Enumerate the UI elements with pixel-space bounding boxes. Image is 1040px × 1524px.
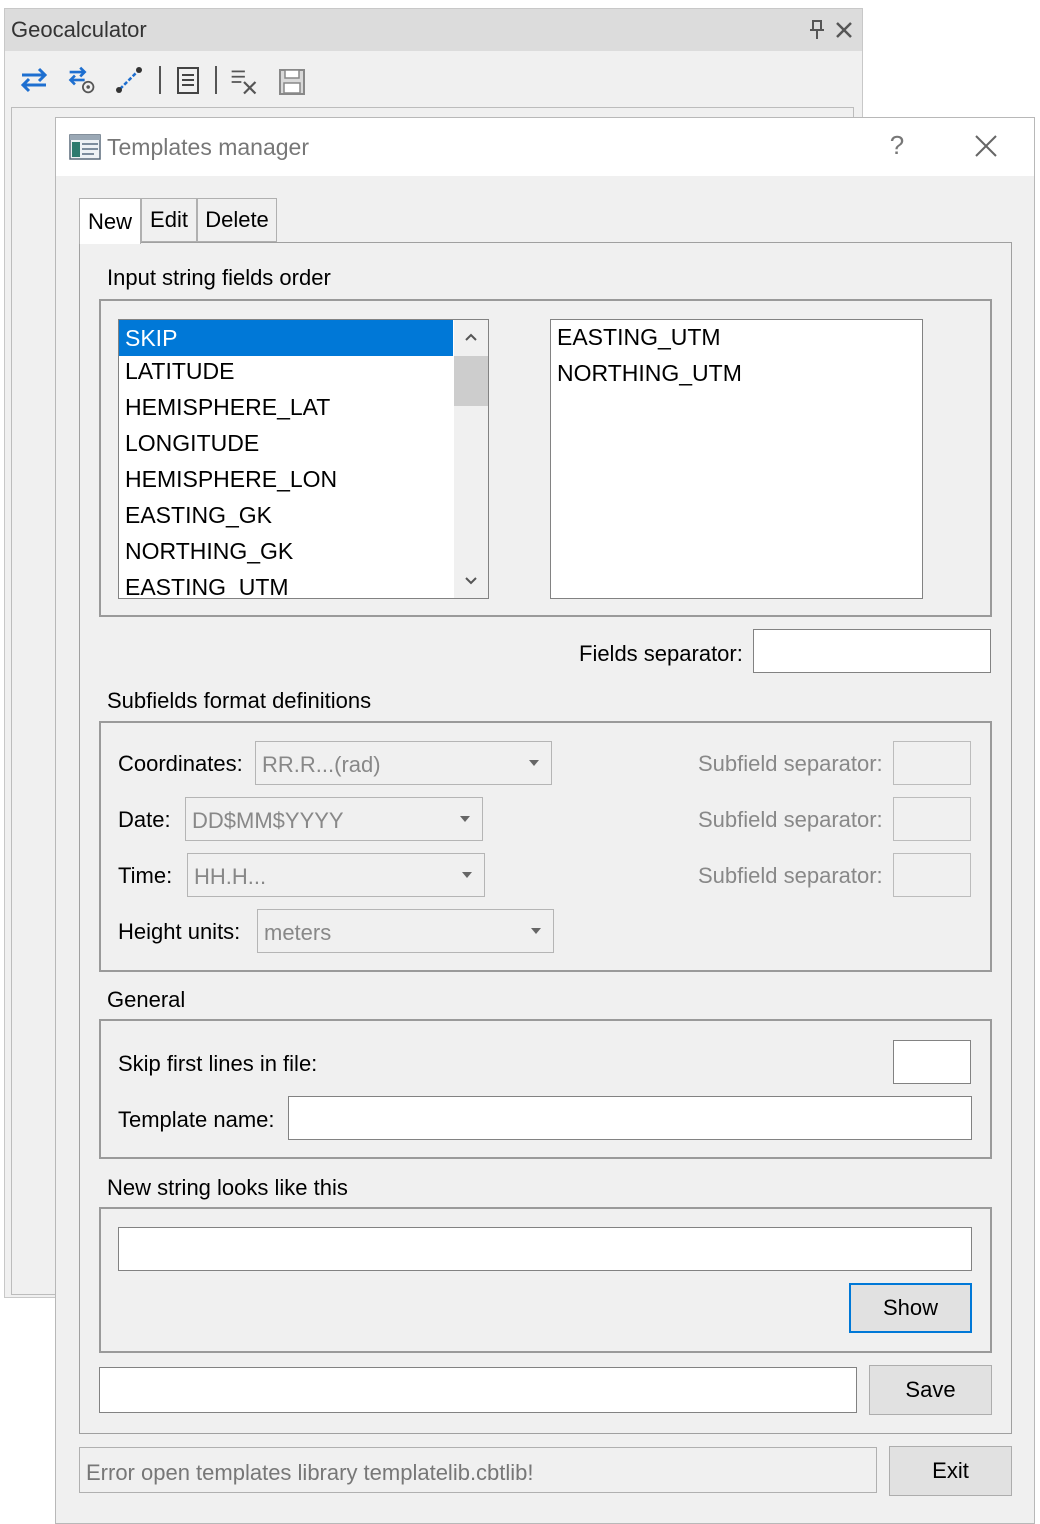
coordinates-subfield-separator-input[interactable]: [893, 741, 971, 785]
template-output-field[interactable]: [99, 1367, 857, 1413]
subfields-group: Coordinates: RR.R...(rad) Subfield separ…: [99, 721, 992, 972]
tab-new[interactable]: New: [79, 198, 141, 244]
date-subfield-separator-label: Subfield separator:: [698, 807, 883, 832]
fields-separator-label: Fields separator:: [579, 641, 743, 666]
preview-heading: New string looks like this: [107, 1175, 348, 1200]
coordinates-select[interactable]: RR.R...(rad): [255, 741, 552, 785]
template-name-label: Template name:: [118, 1107, 275, 1132]
save-button[interactable]: Save: [869, 1365, 992, 1415]
swap-arrows-icon[interactable]: [19, 65, 49, 95]
dialog-title: Templates manager: [107, 134, 309, 160]
list-item[interactable]: NORTHING_UTM: [557, 360, 742, 387]
coordinates-value: RR.R...(rad): [262, 752, 381, 777]
preview-group: Show: [99, 1207, 992, 1353]
tab-edit[interactable]: Edit: [141, 198, 197, 242]
skip-lines-input[interactable]: [893, 1040, 971, 1084]
input-order-group: SKIP LATITUDE HEMISPHERE_LAT LONGITUDE H…: [99, 299, 992, 617]
templates-manager-dialog: Templates manager ? New Edit Delete Inpu…: [55, 117, 1035, 1524]
dropdown-arrow-icon: [460, 816, 470, 822]
list-item[interactable]: EASTING_UTM: [125, 574, 289, 598]
list-item[interactable]: HEMISPHERE_LAT: [125, 394, 330, 421]
dropdown-arrow-icon: [531, 928, 541, 934]
time-select[interactable]: HH.H...: [187, 853, 485, 897]
date-value: DD$MM$YYYY: [192, 808, 344, 833]
new-template-panel: Input string fields order SKIP LATITUDE …: [79, 242, 1012, 1434]
list-item[interactable]: LONGITUDE: [125, 430, 259, 457]
time-subfield-separator-label: Subfield separator:: [698, 863, 883, 888]
fields-separator-input[interactable]: [753, 629, 991, 673]
help-button[interactable]: ?: [882, 130, 912, 161]
app-window-icon: [69, 134, 101, 160]
available-fields-list[interactable]: SKIP LATITUDE HEMISPHERE_LAT LONGITUDE H…: [118, 319, 489, 599]
date-select[interactable]: DD$MM$YYYY: [185, 797, 483, 841]
list-item[interactable]: SKIP: [119, 320, 453, 356]
list-item[interactable]: HEMISPHERE_LON: [125, 466, 337, 493]
chosen-fields-list[interactable]: EASTING_UTM NORTHING_UTM: [550, 319, 923, 599]
date-subfield-separator-input[interactable]: [893, 797, 971, 841]
height-units-label: Height units:: [118, 919, 241, 944]
height-units-select[interactable]: meters: [257, 909, 554, 953]
list-item[interactable]: LATITUDE: [125, 358, 234, 385]
list-item[interactable]: EASTING_GK: [125, 502, 272, 529]
height-units-value: meters: [264, 920, 332, 945]
save-disk-icon[interactable]: [277, 67, 307, 97]
geo-close-icon[interactable]: [832, 18, 856, 42]
general-heading: General: [107, 987, 186, 1012]
general-group: Skip first lines in file: Template name:: [99, 1019, 992, 1159]
coordinates-label: Coordinates:: [118, 751, 243, 776]
preview-string-field[interactable]: [118, 1227, 972, 1271]
subfields-heading: Subfields format definitions: [107, 688, 372, 713]
measure-icon[interactable]: [114, 65, 144, 95]
clear-list-icon[interactable]: [229, 67, 259, 97]
exit-button[interactable]: Exit: [889, 1446, 1012, 1496]
template-name-input[interactable]: [288, 1096, 972, 1140]
chevron-down-icon[interactable]: [454, 564, 488, 598]
toolbar-separator: [159, 66, 161, 94]
list-scrollbar[interactable]: [454, 320, 488, 598]
geocalculator-titlebar[interactable]: Geocalculator: [5, 9, 862, 51]
skip-lines-label: Skip first lines in file:: [118, 1051, 318, 1076]
list-item[interactable]: NORTHING_GK: [125, 538, 293, 565]
scrollbar-thumb[interactable]: [454, 356, 488, 406]
close-icon[interactable]: [968, 128, 1004, 164]
geocalculator-title: Geocalculator: [11, 17, 147, 42]
show-button[interactable]: Show: [849, 1283, 972, 1333]
status-message: Error open templates library templatelib…: [79, 1447, 877, 1493]
input-order-heading: Input string fields order: [107, 265, 331, 290]
toolbar-separator: [215, 66, 217, 94]
time-value: HH.H...: [194, 864, 267, 889]
list-item[interactable]: EASTING_UTM: [557, 324, 721, 351]
tab-delete[interactable]: Delete: [197, 198, 277, 242]
pin-icon[interactable]: [805, 18, 829, 42]
coordinates-subfield-separator-label: Subfield separator:: [698, 751, 883, 776]
chevron-up-icon[interactable]: [454, 320, 488, 354]
time-subfield-separator-input[interactable]: [893, 853, 971, 897]
swap-settings-icon[interactable]: [67, 65, 97, 95]
time-label: Time:: [118, 863, 173, 888]
date-label: Date:: [118, 807, 171, 832]
dropdown-arrow-icon: [529, 760, 539, 766]
dropdown-arrow-icon: [462, 872, 472, 878]
dialog-titlebar[interactable]: Templates manager ?: [56, 118, 1034, 176]
document-list-icon[interactable]: [173, 65, 203, 95]
